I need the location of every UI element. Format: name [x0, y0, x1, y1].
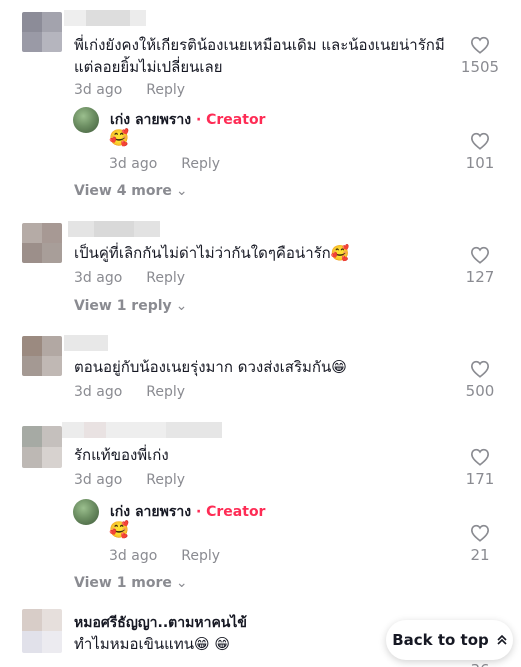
comment-text: ทำไมหมอเขินแทน😁 😁 [74, 635, 231, 653]
view-more-replies[interactable]: View 1 more ⌄ [74, 575, 188, 591]
reply-meta: 3d ago Reply [109, 156, 220, 172]
comment-text: รักแท้ของพี่เก่ง [74, 446, 169, 464]
commenter-avatar[interactable] [22, 336, 62, 376]
commenter-avatar[interactable] [22, 609, 62, 653]
comment-meta: 3d ago Reply [74, 270, 185, 286]
like-count: 36 [456, 661, 504, 667]
commenter-avatar[interactable] [22, 12, 62, 52]
creator-badge: · Creator [195, 504, 266, 520]
heart-outline-icon [470, 448, 490, 466]
back-to-top-button[interactable]: Back to top [386, 620, 513, 660]
comment-text: ตอนอยู่กับน้องเนยรุ่งมาก ดวงส่งเสริมกัน😁 [74, 358, 347, 376]
reply-button[interactable]: Reply [181, 156, 220, 172]
view-more-replies[interactable]: View 1 reply ⌄ [74, 298, 187, 314]
comment-meta: 3d ago Reply [74, 472, 185, 488]
like-button[interactable]: 500 [456, 360, 504, 400]
reply-button[interactable]: Reply [146, 270, 185, 286]
heart-outline-icon [470, 524, 490, 542]
reply-time: 3d ago [109, 156, 158, 172]
reply-emoji: 🥰 [109, 128, 129, 147]
chevron-down-icon: ⌄ [175, 298, 188, 314]
creator-avatar[interactable] [73, 107, 99, 133]
chevron-down-icon: ⌄ [175, 183, 188, 199]
comment-time: 3d ago [74, 82, 123, 98]
like-count: 500 [465, 382, 495, 400]
view-more-replies[interactable]: View 4 more ⌄ [74, 183, 188, 199]
creator-name[interactable]: เก่ง ลายพราง · Creator [110, 501, 265, 523]
commenter-username[interactable]: หมอศรีธัญญา..ตามหาคนไข้ [74, 612, 247, 634]
like-count: 101 [465, 154, 495, 172]
commenter-username-blurred[interactable] [68, 221, 160, 237]
reply-button[interactable]: Reply [146, 82, 185, 98]
commenter-username-blurred[interactable] [62, 422, 222, 438]
like-button[interactable]: 21 [456, 524, 504, 564]
comment-meta: 3d ago Reply [74, 384, 185, 400]
chevron-down-icon: ⌄ [175, 575, 188, 591]
comment-text: พี่เก่งยังคงให้เกียรติน้องเนยเหมือนเดิม … [74, 36, 445, 76]
comment-time: 3d ago [74, 472, 123, 488]
heart-outline-icon [470, 132, 490, 150]
like-button[interactable]: 127 [456, 246, 504, 286]
like-count: 127 [465, 268, 495, 286]
commenter-avatar[interactable] [22, 223, 62, 263]
comment-meta: 3d ago Reply [74, 82, 185, 98]
heart-outline-icon [470, 360, 490, 378]
like-count: 21 [470, 546, 490, 564]
reply-emoji: 🥰 [109, 520, 129, 539]
back-to-top-label: Back to top [392, 631, 489, 649]
creator-name[interactable]: เก่ง ลายพราง · Creator [110, 109, 265, 131]
creator-avatar[interactable] [73, 499, 99, 525]
heart-outline-icon [470, 246, 490, 264]
comment-time: 3d ago [74, 384, 123, 400]
heart-outline-icon [470, 36, 490, 54]
reply-time: 3d ago [109, 548, 158, 564]
reply-button[interactable]: Reply [181, 548, 220, 564]
like-count: 171 [465, 470, 495, 488]
double-chevron-up-icon [497, 634, 507, 645]
commenter-username-blurred[interactable] [64, 335, 108, 351]
reply-button[interactable]: Reply [146, 384, 185, 400]
like-button[interactable]: 171 [456, 448, 504, 488]
commenter-avatar[interactable] [22, 426, 62, 468]
creator-badge: · Creator [195, 112, 266, 128]
like-button[interactable]: 1505 [456, 36, 504, 76]
comment-text: เป็นคู่ที่เลิกกันไม่ด่าไม่ว่ากันใดๆคือน่… [74, 244, 350, 262]
reply-button[interactable]: Reply [146, 472, 185, 488]
commenter-username-blurred[interactable] [64, 10, 146, 26]
reply-meta: 3d ago Reply [109, 548, 220, 564]
comment-time: 3d ago [74, 270, 123, 286]
like-count: 1505 [460, 58, 500, 76]
like-button[interactable]: 101 [456, 132, 504, 172]
